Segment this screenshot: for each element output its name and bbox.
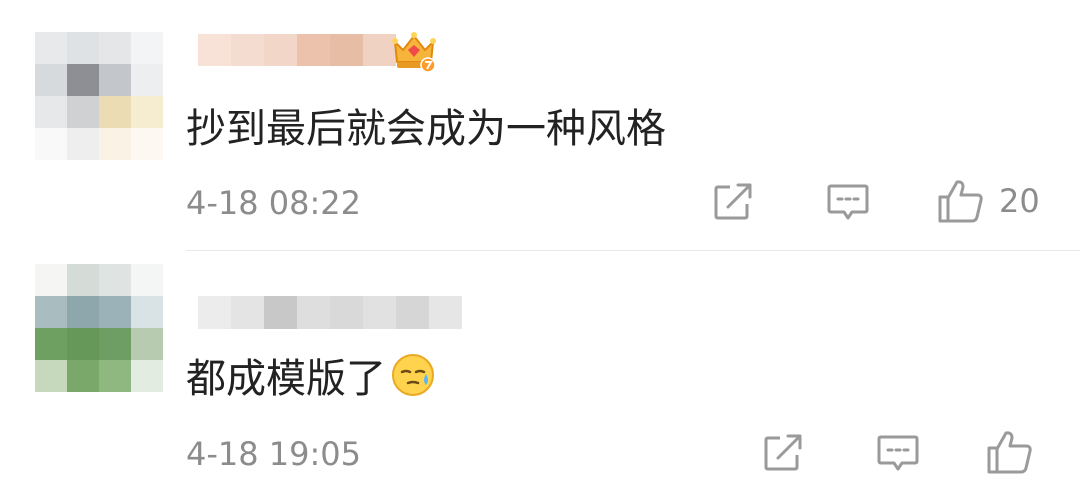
- like-button[interactable]: 20: [937, 178, 1040, 224]
- repost-button[interactable]: [712, 182, 754, 222]
- avatar[interactable]: [35, 32, 163, 160]
- comment-timestamp: 4-18 08:22: [186, 184, 362, 222]
- repost-icon: [764, 434, 802, 471]
- comment-icon: [827, 184, 869, 220]
- avatar[interactable]: [35, 264, 163, 392]
- comment-text: 都成模版了: [186, 348, 436, 402]
- repost-button[interactable]: [762, 433, 804, 473]
- comment-timestamp: 4-18 19:05: [186, 435, 362, 473]
- comment-item: 抄到最后就会成为一种风格 4-18 08:22 20: [0, 0, 1080, 250]
- sweat-emoji-icon: [390, 352, 436, 398]
- comment-button[interactable]: [876, 433, 920, 473]
- comment-icon: [877, 435, 919, 471]
- repost-icon: [714, 183, 752, 220]
- username[interactable]: [198, 34, 396, 66]
- comment-button[interactable]: [826, 182, 870, 222]
- comment-text: 抄到最后就会成为一种风格: [186, 106, 666, 152]
- like-button[interactable]: [986, 429, 1048, 475]
- like-count: 20: [999, 182, 1040, 220]
- comment-item: 都成模版了 4-18 19:05: [0, 251, 1080, 480]
- crown-icon: [391, 28, 437, 74]
- username[interactable]: [198, 296, 462, 329]
- like-icon: [938, 180, 983, 223]
- like-icon: [987, 431, 1032, 474]
